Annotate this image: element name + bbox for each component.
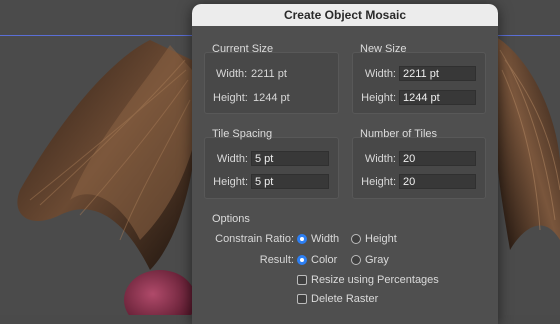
dialog-body: Current Size Width: 2211 pt Height: 1244… — [192, 26, 498, 324]
new-width-field[interactable]: 2211 pt — [399, 66, 476, 81]
constrain-ratio-label: Constrain Ratio: — [215, 233, 294, 245]
number-of-tiles-group — [352, 137, 486, 199]
tiles-width-label: Width: — [364, 153, 396, 165]
delete-raster-label[interactable]: Delete Raster — [311, 293, 378, 305]
new-width-label: Width: — [364, 68, 396, 80]
constrain-width-label[interactable]: Width — [311, 233, 339, 245]
current-width-label: Width: — [216, 68, 248, 80]
tiles-height-label: Height: — [361, 176, 396, 188]
result-color-radio[interactable] — [297, 255, 307, 265]
constrain-height-radio[interactable] — [351, 234, 361, 244]
current-height-value: 1244 pt — [253, 92, 290, 104]
current-width-value: 2211 pt — [251, 68, 287, 80]
tile-spacing-height-field[interactable]: 5 pt — [251, 174, 329, 189]
resize-percentages-label[interactable]: Resize using Percentages — [311, 274, 439, 286]
current-height-label: Height: — [213, 92, 248, 104]
constrain-width-radio[interactable] — [297, 234, 307, 244]
dialog-title: Create Object Mosaic — [192, 4, 498, 26]
delete-raster-checkbox[interactable] — [297, 294, 307, 304]
number-of-tiles-title: Number of Tiles — [360, 128, 438, 140]
result-gray-radio[interactable] — [351, 255, 361, 265]
create-object-mosaic-dialog: Create Object Mosaic Current Size Width:… — [192, 4, 498, 324]
result-label: Result: — [259, 254, 294, 266]
options-title: Options — [212, 213, 250, 225]
new-size-title: New Size — [360, 43, 407, 55]
tile-spacing-height-label: Height: — [213, 176, 248, 188]
current-size-group — [204, 52, 339, 114]
current-size-title: Current Size — [212, 43, 274, 55]
tile-spacing-title: Tile Spacing — [212, 128, 273, 140]
result-gray-label[interactable]: Gray — [365, 254, 389, 266]
constrain-height-label[interactable]: Height — [365, 233, 397, 245]
tile-spacing-width-label: Width: — [216, 153, 248, 165]
tiles-height-field[interactable]: 20 — [399, 174, 476, 189]
tile-spacing-width-field[interactable]: 5 pt — [251, 151, 329, 166]
result-color-label[interactable]: Color — [311, 254, 337, 266]
new-height-label: Height: — [361, 92, 396, 104]
resize-percentages-checkbox[interactable] — [297, 275, 307, 285]
new-height-field[interactable]: 1244 pt — [399, 90, 476, 105]
tiles-width-field[interactable]: 20 — [399, 151, 476, 166]
